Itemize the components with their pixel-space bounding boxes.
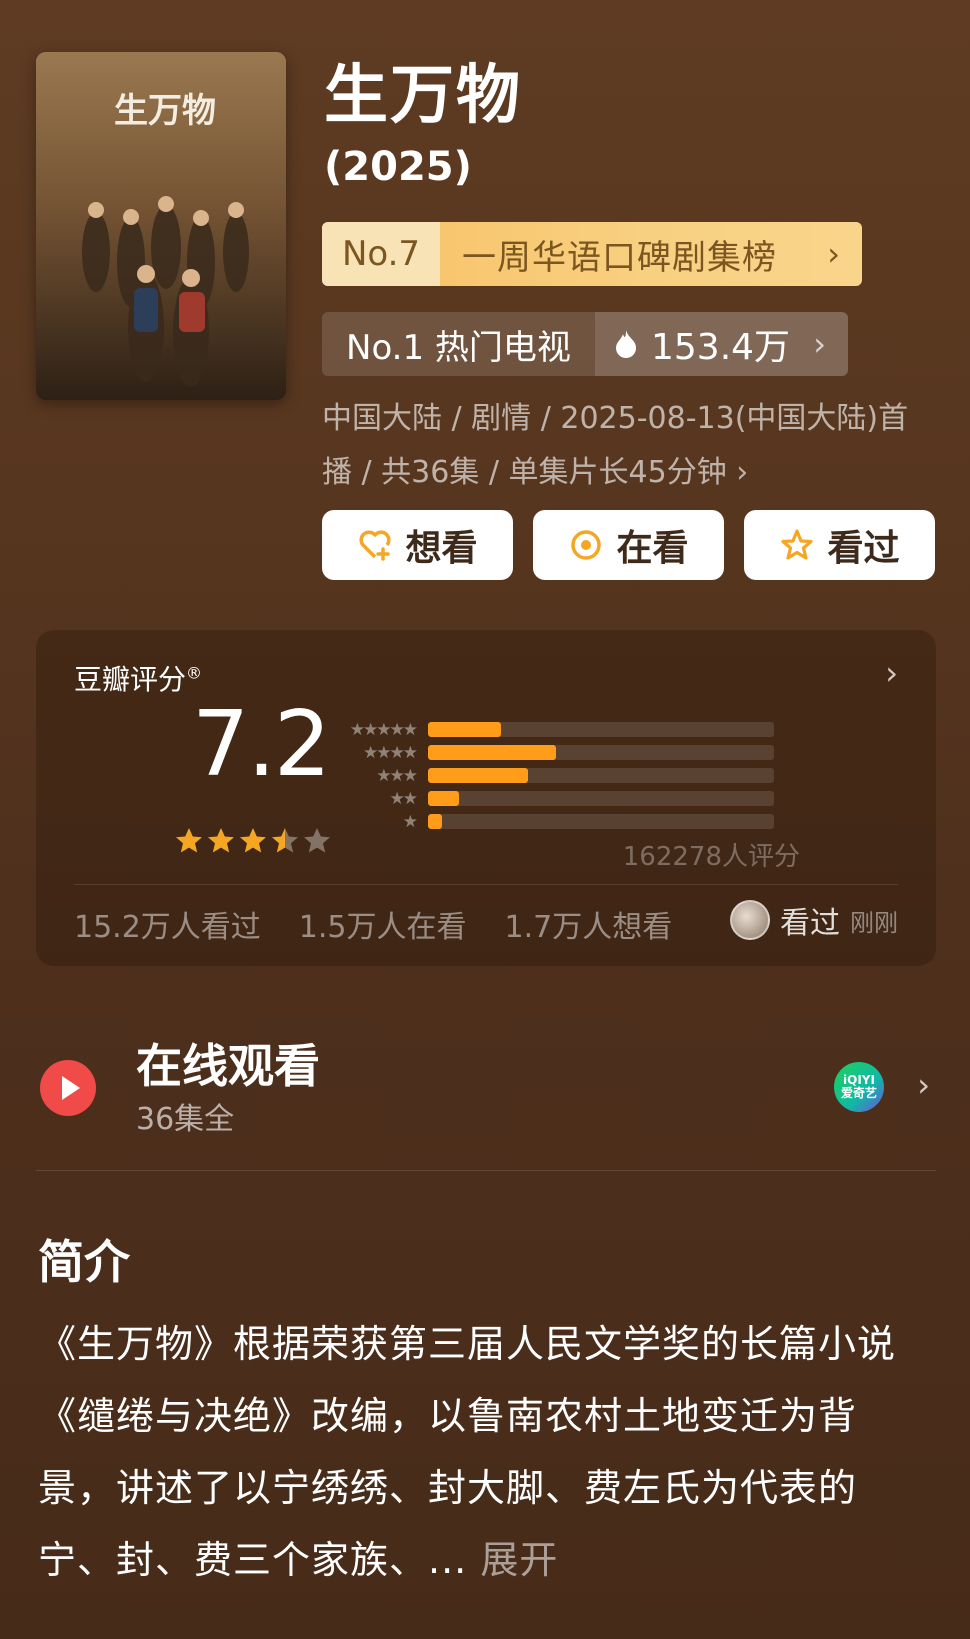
intro-text: 《生万物》根据荣获第三届人民文学奖的长篇小说《缱绻与决绝》改编，以鲁南农村土地变… (38, 1308, 918, 1596)
hot-count: 153.4万 (651, 327, 791, 368)
rating-count: 162278人评分 (622, 842, 800, 872)
release-year: (2025) (324, 144, 472, 190)
avatar (730, 900, 770, 940)
chevron-right-icon: › (736, 455, 749, 490)
bar-star-label: ★★ (389, 788, 418, 809)
star-outline-icon (781, 529, 814, 560)
friend-status: 看过 (780, 906, 840, 941)
rating-bar-row: ★★★ (336, 764, 796, 787)
star-empty-icon (304, 828, 330, 853)
meta-text: 中国大陆 / 剧情 / 2025-08-13(中国大陆)首播 / 共36集 / … (322, 401, 909, 490)
watching-count: 1.5万人在看 (298, 910, 467, 945)
flame-icon (616, 330, 636, 358)
watch-title: 在线观看 (136, 1039, 320, 1093)
rating-label: 豆瓣评分® (74, 663, 203, 696)
bar-track (428, 768, 774, 783)
star-full-icon (176, 828, 202, 853)
want-label: 想看 (405, 528, 478, 569)
bar-track (428, 722, 774, 737)
rating-bar-row: ★ (336, 810, 796, 833)
friend-activity[interactable]: 看过 刚刚 (730, 898, 898, 942)
chevron-right-icon: › (827, 235, 840, 273)
iqiyi-logo-icon: iQIYI 爱奇艺 (834, 1062, 884, 1112)
watched-label: 看过 (827, 528, 900, 569)
friend-time: 刚刚 (850, 908, 898, 937)
star-full-icon (240, 828, 266, 853)
watched-count: 15.2万人看过 (74, 910, 261, 945)
bar-star-label: ★ (402, 811, 418, 832)
poster-logo-text: 生万物 (114, 92, 216, 130)
chevron-right-icon: › (813, 325, 826, 363)
bar-fill (428, 768, 529, 783)
bar-star-label: ★★★★★ (349, 719, 418, 740)
bar-star-label: ★★★ (376, 765, 418, 786)
rank-list-name: 一周华语口碑剧集榜 (462, 237, 777, 278)
bar-fill (428, 722, 501, 737)
meta-info[interactable]: 中国大陆 / 剧情 / 2025-08-13(中国大陆)首播 / 共36集 / … (322, 392, 932, 500)
trademark: ® (186, 663, 203, 683)
target-icon (571, 530, 602, 560)
divider (36, 1170, 936, 1171)
expand-link[interactable]: 展开 (480, 1538, 558, 1582)
bar-track (428, 814, 774, 829)
heart-plus-icon (359, 530, 391, 561)
page-title: 生万物 (324, 59, 522, 133)
chevron-right-icon: › (917, 1066, 930, 1104)
rating-bar-row: ★★ (336, 787, 796, 810)
rating-bar-row: ★★★★ (336, 741, 796, 764)
intro-title: 简介 (38, 1235, 130, 1289)
poster-image[interactable]: 生万物 (36, 52, 286, 400)
rating-stars (174, 826, 332, 856)
bar-star-label: ★★★★ (363, 742, 418, 763)
star-full-icon (208, 828, 234, 853)
bar-track (428, 791, 774, 806)
intro-body: 《生万物》根据荣获第三届人民文学奖的长篇小说《缱绻与决绝》改编，以鲁南农村土地变… (38, 1322, 897, 1582)
watched-button[interactable]: 看过 (744, 510, 935, 580)
hot-tv-badge[interactable]: No.1 热门电视 153.4万 › (322, 312, 848, 376)
action-buttons: 想看 在看 看过 (322, 510, 935, 580)
rating-distribution: ★★★★★ ★★★★ ★★★ ★★ ★ (336, 718, 796, 833)
star-half-icon (272, 828, 298, 853)
watching-label: 在看 (616, 528, 689, 569)
want-count: 1.7万人想看 (504, 910, 673, 945)
hot-rank-text: No.1 热门电视 (346, 327, 571, 368)
douban-rating-card[interactable]: 豆瓣评分® › 7.2 ★★★★★ ★★★★ ★★★ ★★ ★ 162278人评分 15… (36, 630, 936, 966)
watching-button[interactable]: 在看 (533, 510, 724, 580)
bar-fill (428, 814, 442, 829)
divider (74, 884, 898, 885)
rank-number: No.7 (322, 222, 440, 286)
play-icon (40, 1060, 96, 1116)
rating-score: 7.2 (192, 692, 331, 797)
bar-track (428, 745, 774, 760)
online-watch-row[interactable]: 在线观看 36集全 iQIYI 爱奇艺 › (36, 1030, 936, 1160)
rating-bar-row: ★★★★★ (336, 718, 796, 741)
weekly-rank-badge[interactable]: No.7 一周华语口碑剧集榜 › (322, 222, 862, 286)
episode-count: 36集全 (136, 1102, 235, 1137)
bar-fill (428, 791, 460, 806)
audience-stats: 15.2万人看过 1.5万人在看 1.7万人想看 (74, 902, 672, 946)
want-to-watch-button[interactable]: 想看 (322, 510, 513, 580)
chevron-right-icon: › (885, 654, 898, 692)
bar-fill (428, 745, 557, 760)
